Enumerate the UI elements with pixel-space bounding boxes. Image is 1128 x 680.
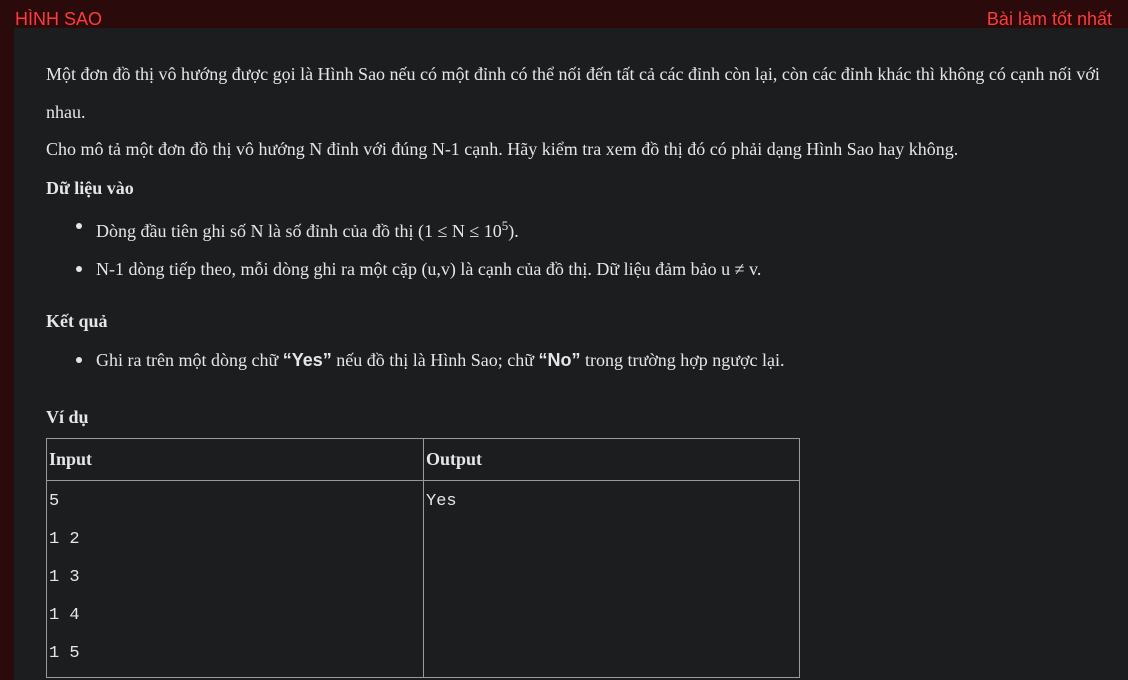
- output-keyword-no: “No”: [538, 350, 581, 370]
- problem-description: Một đơn đồ thị vô hướng được gọi là Hình…: [46, 64, 1100, 122]
- output-keyword-yes: “Yes”: [282, 350, 332, 370]
- example-input-line: 1 4: [49, 606, 80, 625]
- input-heading: Dữ liệu vào: [46, 178, 134, 198]
- problem-title: HÌNH SAO: [15, 9, 103, 29]
- example-input-cell: 5 1 2 1 3 1 4 1 5: [46, 480, 424, 678]
- example-output-line: Yes: [426, 492, 457, 511]
- example-heading: Ví dụ: [46, 407, 89, 427]
- output-item-middle: nếu đồ thị là Hình Sao; chữ: [331, 350, 539, 370]
- example-table: Input Output 5 1 2 1 3 1 4 1 5 Yes: [46, 438, 800, 678]
- bullet-icon: [76, 266, 82, 272]
- problem-task: Cho mô tả một đơn đồ thị vô hướng N đỉnh…: [46, 139, 959, 159]
- input-item-edges: N-1 dòng tiếp theo, mỗi dòng ghi ra một …: [46, 250, 761, 288]
- input-item-first-prefix: Dòng đầu tiên ghi số N là số đỉnh của đồ…: [96, 221, 502, 241]
- example-data-row: 5 1 2 1 3 1 4 1 5 Yes: [46, 480, 800, 678]
- example-header-input: Input: [46, 438, 424, 481]
- example-input-line: 1 3: [49, 568, 80, 587]
- output-heading: Kết quả: [46, 311, 108, 331]
- output-list: Ghi ra trên một dòng chữ “Yes” nếu đồ th…: [46, 341, 785, 379]
- problem-panel: Một đơn đồ thị vô hướng được gọi là Hình…: [14, 28, 1128, 680]
- output-item: Ghi ra trên một dòng chữ “Yes” nếu đồ th…: [46, 341, 785, 379]
- best-solution-link[interactable]: Bài làm tốt nhất: [987, 8, 1112, 30]
- input-item-first-suffix: ).: [508, 221, 519, 241]
- output-item-suffix: trong trường hợp ngược lại.: [580, 350, 785, 370]
- example-header-output: Output: [423, 438, 800, 481]
- input-list: Dòng đầu tiên ghi số N là số đỉnh của đồ…: [46, 207, 761, 288]
- example-header-row: Input Output: [46, 438, 800, 481]
- input-item-first-line: Dòng đầu tiên ghi số N là số đỉnh của đồ…: [46, 207, 761, 250]
- output-item-prefix: Ghi ra trên một dòng chữ: [96, 350, 283, 370]
- bullet-icon: [76, 223, 82, 229]
- bullet-icon: [76, 357, 82, 363]
- example-input-line: 1 2: [49, 530, 80, 549]
- example-output-cell: Yes: [423, 480, 800, 678]
- example-input-line: 1 5: [49, 644, 80, 663]
- example-input-line: 5: [49, 492, 60, 511]
- input-item-edges-text: N-1 dòng tiếp theo, mỗi dòng ghi ra một …: [96, 259, 762, 279]
